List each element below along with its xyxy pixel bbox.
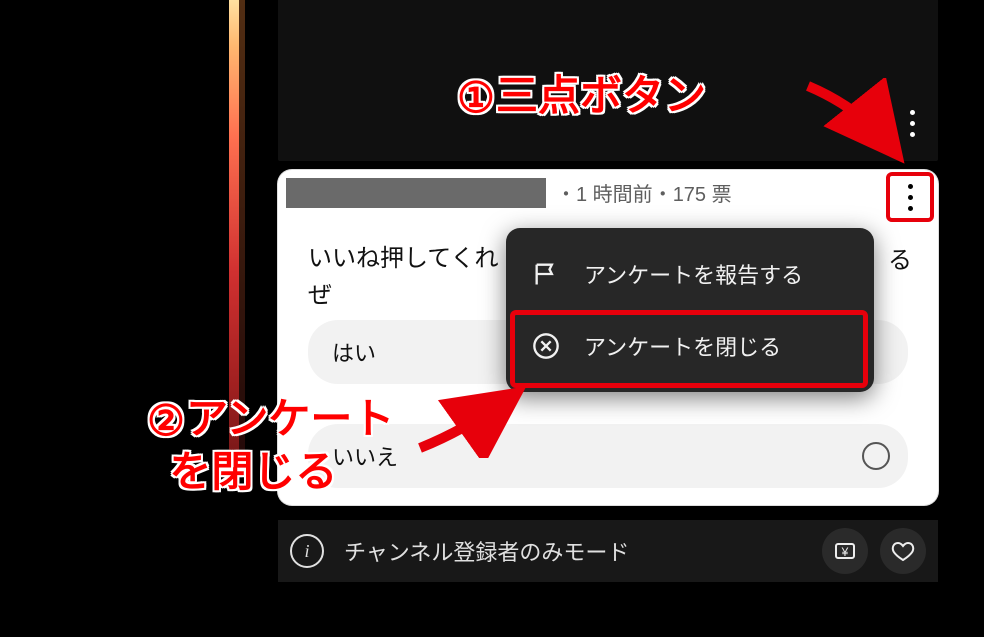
close-circle-icon — [532, 332, 560, 360]
poll-time-ago: 1 時間前 — [576, 184, 653, 206]
svg-text:¥: ¥ — [841, 545, 849, 559]
poll-option-no[interactable]: いいえ — [308, 424, 908, 488]
video-thumbnail-strip-shadow — [239, 0, 245, 455]
menu-item-report-poll[interactable]: アンケートを報告する — [506, 238, 874, 310]
info-button[interactable]: i — [290, 534, 324, 568]
poll-votes: 175 票 — [673, 184, 732, 206]
flag-icon — [532, 260, 560, 288]
poll-meta-separator: ・ — [653, 184, 673, 206]
info-icon: i — [304, 541, 309, 562]
heart-icon — [891, 539, 915, 563]
chat-panel-top — [278, 0, 938, 161]
poll-more-button[interactable] — [890, 176, 930, 218]
more-vertical-icon — [908, 184, 913, 211]
menu-item-label: アンケートを閉じる — [584, 330, 781, 362]
menu-item-close-poll[interactable]: アンケートを閉じる — [506, 310, 874, 382]
poll-context-menu: アンケートを報告する アンケートを閉じる — [506, 228, 874, 392]
poll-option-label: はい — [332, 341, 376, 366]
superchat-button[interactable]: ¥ — [822, 528, 868, 574]
poll-option-label: いいえ — [332, 445, 398, 470]
poll-question-line1: いいね押してくれ — [308, 245, 499, 272]
chat-footer-bar: i チャンネル登録者のみモード ¥ — [278, 520, 938, 582]
chat-mode-text: チャンネル登録者のみモード — [344, 535, 810, 567]
poll-question: いいね押してくれ ぜ — [308, 240, 499, 314]
video-thumbnail-strip — [229, 0, 239, 455]
yen-icon: ¥ — [833, 539, 857, 563]
panel-more-button[interactable] — [892, 100, 932, 146]
poll-question-line2: ぜ — [308, 282, 332, 309]
poll-header: ・1 時間前・175 票 — [278, 170, 938, 214]
menu-item-label: アンケートを報告する — [584, 258, 803, 290]
poll-meta: ・1 時間前・175 票 — [556, 178, 732, 207]
radio-unchecked-icon — [862, 442, 890, 470]
poll-meta-prefix: ・ — [556, 184, 576, 206]
reaction-button[interactable] — [880, 528, 926, 574]
poll-question-truncated-tail: る — [888, 240, 912, 275]
poll-author-placeholder — [286, 178, 546, 208]
annotation-number-2: ② — [146, 401, 186, 441]
more-vertical-icon — [910, 110, 915, 137]
